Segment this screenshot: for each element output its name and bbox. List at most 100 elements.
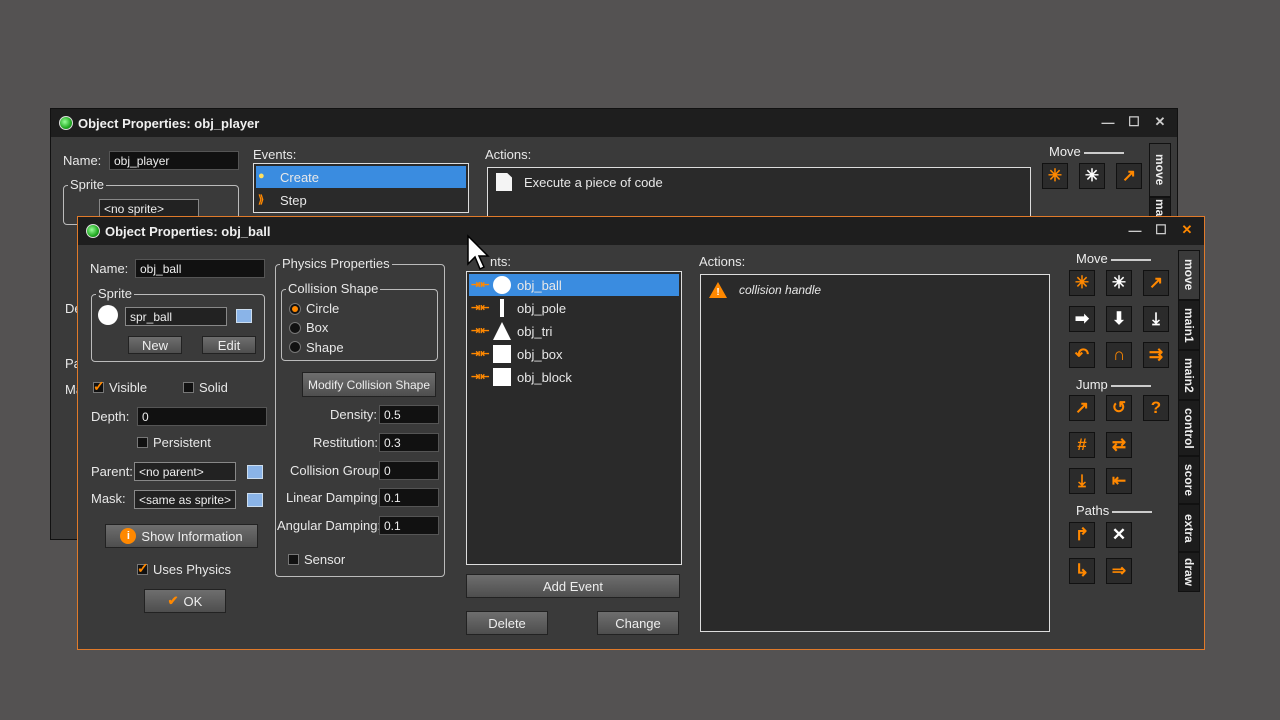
move-free-icon[interactable]: ✳ bbox=[1106, 270, 1132, 296]
front-window-title: Object Properties: obj_ball bbox=[105, 223, 271, 239]
action-row[interactable]: ! collision handle bbox=[709, 279, 1047, 301]
add-event-button[interactable]: Add Event bbox=[466, 574, 680, 598]
pole-shape-icon bbox=[500, 299, 504, 317]
jump-to-position-icon[interactable]: ↗ bbox=[1069, 395, 1095, 421]
event-collision-obj-tri[interactable]: ⇥⇤ obj_tri bbox=[469, 320, 679, 342]
density-label: Density: bbox=[330, 407, 377, 422]
uses-physics-checkbox[interactable] bbox=[137, 560, 149, 577]
name-field[interactable]: obj_ball bbox=[135, 259, 265, 278]
box-radio[interactable] bbox=[289, 322, 301, 334]
solid-checkbox[interactable] bbox=[183, 382, 194, 393]
delete-button[interactable]: Delete bbox=[466, 611, 548, 635]
align-to-grid-icon[interactable]: # bbox=[1069, 432, 1095, 458]
move-towards-icon[interactable]: ↗ bbox=[1143, 270, 1169, 296]
wrap-screen-icon[interactable]: ⇄ bbox=[1106, 432, 1132, 458]
sensor-checkbox[interactable] bbox=[288, 554, 299, 565]
change-button[interactable]: Change bbox=[597, 611, 679, 635]
sprite-field[interactable]: spr_ball bbox=[125, 307, 227, 326]
tab-draw[interactable]: draw bbox=[1178, 552, 1200, 592]
edit-sprite-button[interactable]: Edit bbox=[202, 336, 256, 354]
jump-to-random-icon[interactable]: ? bbox=[1143, 395, 1169, 421]
back-actions-list[interactable]: Execute a piece of code bbox=[487, 167, 1031, 217]
set-gravity-icon[interactable]: ⤓ bbox=[1143, 306, 1169, 332]
tab-control[interactable]: control bbox=[1178, 400, 1200, 456]
end-path-icon[interactable]: ✕ bbox=[1106, 522, 1132, 548]
parent-label: Parent: bbox=[91, 464, 133, 479]
front-window-titlebar[interactable]: Object Properties: obj_ball — ☐ ✕ bbox=[78, 217, 1204, 245]
restitution-field[interactable]: 0.3 bbox=[379, 433, 439, 452]
angular-damping-field[interactable]: 0.1 bbox=[379, 516, 439, 535]
action-row[interactable]: Execute a piece of code bbox=[496, 171, 1028, 193]
maximize-icon[interactable]: ☐ bbox=[1150, 221, 1172, 239]
path-position-icon[interactable]: ↳ bbox=[1069, 558, 1095, 584]
block-shape-icon bbox=[493, 368, 511, 386]
depth-field[interactable]: 0 bbox=[137, 407, 267, 426]
tab-score[interactable]: score bbox=[1178, 456, 1200, 504]
density-field[interactable]: 0.5 bbox=[379, 405, 439, 424]
actions-list[interactable]: ! collision handle bbox=[700, 274, 1050, 632]
mask-field[interactable]: <same as sprite> bbox=[134, 490, 236, 509]
modify-collision-shape-button[interactable]: Modify Collision Shape bbox=[302, 372, 436, 397]
depth-label: Depth: bbox=[91, 409, 130, 424]
collision-arrows-icon: ⇥⇤ bbox=[471, 371, 490, 383]
lightbulb-icon: ● bbox=[258, 170, 265, 182]
tab-main1[interactable]: main1 bbox=[1178, 300, 1200, 350]
box-shape-icon bbox=[493, 345, 511, 363]
box-label: Box bbox=[306, 320, 329, 335]
move-towards-icon[interactable]: ↗ bbox=[1116, 163, 1142, 189]
mask-browse-icon[interactable] bbox=[247, 493, 263, 507]
tab-extra[interactable]: extra bbox=[1178, 504, 1200, 552]
info-icon: i bbox=[120, 528, 137, 544]
speed-vertical-icon[interactable]: ⬇ bbox=[1106, 306, 1132, 332]
close-icon[interactable]: ✕ bbox=[1176, 221, 1198, 239]
linear-damping-field[interactable]: 0.1 bbox=[379, 488, 439, 507]
speed-horizontal-icon[interactable]: ➡ bbox=[1069, 306, 1095, 332]
checkmark-icon: ✔ bbox=[167, 593, 179, 608]
events-label: Events: bbox=[253, 147, 297, 162]
event-collision-obj-box[interactable]: ⇥⇤ obj_box bbox=[469, 343, 679, 365]
show-information-button[interactable]: i Show Information bbox=[105, 524, 258, 548]
move-fixed-icon[interactable]: ✳ bbox=[1069, 270, 1095, 296]
name-field[interactable]: obj_player bbox=[109, 151, 239, 170]
tab-main2[interactable]: main2 bbox=[1178, 350, 1200, 400]
reverse-horizontal-icon[interactable]: ↶ bbox=[1069, 342, 1095, 368]
move-to-contact-icon[interactable]: ⤓ bbox=[1069, 468, 1095, 494]
event-step[interactable]: ⟫ Step bbox=[256, 189, 466, 211]
set-friction-icon[interactable]: ⇉ bbox=[1143, 342, 1169, 368]
maximize-icon[interactable]: ☐ bbox=[1123, 113, 1145, 131]
set-path-icon[interactable]: ↱ bbox=[1069, 522, 1095, 548]
parent-browse-icon[interactable] bbox=[247, 465, 263, 479]
jump-to-start-icon[interactable]: ↺ bbox=[1106, 395, 1132, 421]
events-list[interactable]: ⇥⇤ obj_ball ⇥⇤ obj_pole ⇥⇤ obj_tri ⇥⇤ ob… bbox=[466, 271, 682, 565]
collision-arrows-icon: ⇥⇤ bbox=[471, 348, 490, 360]
minimize-icon[interactable]: — bbox=[1124, 221, 1146, 239]
visible-checkbox[interactable] bbox=[93, 378, 105, 395]
move-fixed-icon[interactable]: ✳ bbox=[1042, 163, 1068, 189]
collision-arrows-icon: ⇥⇤ bbox=[471, 279, 490, 291]
path-speed-icon[interactable]: ⇒ bbox=[1106, 558, 1132, 584]
new-sprite-button[interactable]: New bbox=[128, 336, 182, 354]
sprite-browse-icon[interactable] bbox=[236, 309, 252, 323]
close-icon[interactable]: ✕ bbox=[1149, 113, 1171, 131]
reverse-vertical-icon[interactable]: ∩ bbox=[1106, 342, 1132, 368]
circle-radio[interactable] bbox=[289, 303, 301, 315]
back-events-list[interactable]: ● Create ⟫ Step bbox=[253, 163, 469, 213]
bounce-icon[interactable]: ⇤ bbox=[1106, 468, 1132, 494]
parent-field[interactable]: <no parent> bbox=[134, 462, 236, 481]
tab-move[interactable]: move bbox=[1178, 250, 1200, 300]
persistent-checkbox[interactable] bbox=[137, 437, 148, 448]
shape-radio[interactable] bbox=[289, 341, 301, 353]
ok-button[interactable]: ✔ OK bbox=[144, 589, 226, 613]
event-collision-obj-ball[interactable]: ⇥⇤ obj_ball bbox=[469, 274, 679, 296]
back-window-title: Object Properties: obj_player bbox=[78, 115, 260, 131]
ball-shape-icon bbox=[493, 276, 511, 294]
event-collision-obj-pole[interactable]: ⇥⇤ obj_pole bbox=[469, 297, 679, 319]
move-free-icon[interactable]: ✳ bbox=[1079, 163, 1105, 189]
tab-move[interactable]: move bbox=[1149, 143, 1171, 197]
collision-group-field[interactable]: 0 bbox=[379, 461, 439, 480]
event-collision-obj-block[interactable]: ⇥⇤ obj_block bbox=[469, 366, 679, 388]
back-window-titlebar[interactable]: Object Properties: obj_player — ☐ ✕ bbox=[51, 109, 1177, 137]
minimize-icon[interactable]: — bbox=[1097, 113, 1119, 131]
event-create[interactable]: ● Create bbox=[256, 166, 466, 188]
move-section: Move bbox=[1076, 251, 1151, 266]
